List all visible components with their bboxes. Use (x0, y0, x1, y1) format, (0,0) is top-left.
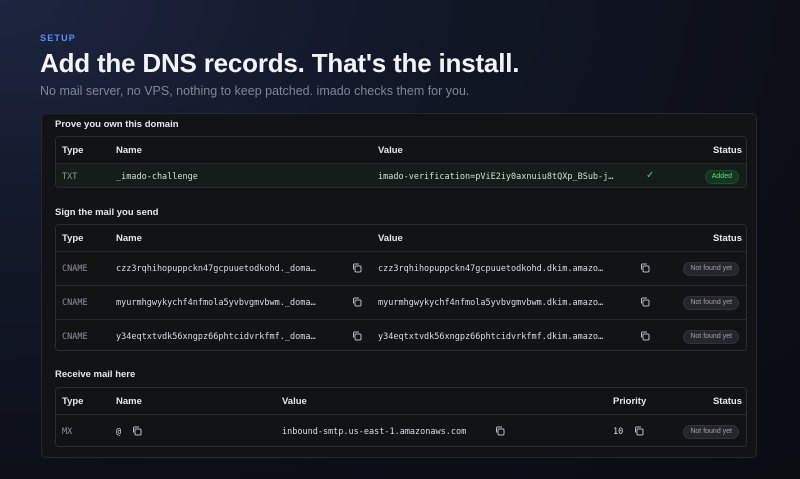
copy-icon[interactable] (352, 263, 362, 273)
status-badge: Not found yet (683, 425, 739, 439)
copy-icon[interactable] (132, 426, 142, 436)
record-value[interactable]: czz3rqhihopuppckn47gcpuuetodkohd.dkim.am… (378, 264, 603, 274)
record-name[interactable]: czz3rqhihopuppckn47gcpuuetodkohd._doma… (116, 264, 316, 274)
table-row: CNAME czz3rqhihopuppckn47gcpuuetodkohd._… (56, 251, 746, 285)
section-label-dkim: Sign the mail you send (55, 207, 159, 218)
table-header: Type Name Value Priority Status (56, 388, 746, 414)
table-header: Type Name Value Status (56, 225, 746, 251)
copy-icon[interactable] (640, 297, 650, 307)
verify-table: Type Name Value Status TXT _imado-challe… (55, 136, 747, 188)
table-row: CNAME y34eqtxtvdk56xngpz66phtcidvrkfmf._… (56, 319, 746, 350)
record-name[interactable]: _imado-challenge (116, 172, 198, 182)
record-value[interactable]: imado-verification=pViE2iy0axnuiu8tQXp_B… (378, 172, 613, 182)
copy-icon[interactable] (640, 263, 650, 273)
record-type: CNAME (62, 264, 88, 274)
record-name[interactable]: myurmhgwykychf4nfmola5yvbvgmvbwm._doma… (116, 298, 316, 308)
table-header: Type Name Value Status (56, 137, 746, 163)
table-row: CNAME myurmhgwykychf4nfmola5yvbvgmvbwm._… (56, 285, 746, 319)
status-badge: Not found yet (683, 296, 739, 310)
col-value: Value (378, 233, 403, 244)
col-status: Status (712, 396, 742, 407)
col-name: Name (116, 396, 142, 407)
col-value: Value (282, 396, 307, 407)
dns-records-card: Prove you own this domain Type Name Valu… (41, 113, 757, 458)
col-priority: Priority (613, 396, 647, 407)
eyebrow-label: SETUP (40, 33, 77, 43)
col-status: Status (712, 145, 742, 156)
record-type: CNAME (62, 298, 88, 308)
copy-icon[interactable] (634, 426, 644, 436)
copy-icon[interactable] (352, 297, 362, 307)
table-row: TXT _imado-challenge imado-verification=… (56, 163, 746, 187)
mx-table: Type Name Value Priority Status MX @ inb… (55, 387, 747, 447)
copy-icon[interactable] (495, 426, 505, 436)
col-value: Value (378, 145, 403, 156)
col-status: Status (712, 233, 742, 244)
record-value[interactable]: myurmhgwykychf4nfmola5yvbvgmvbwm.dkim.am… (378, 298, 603, 308)
record-type: CNAME (62, 332, 88, 342)
table-row: MX @ inbound-smtp.us-east-1.amazonaws.co… (56, 414, 746, 446)
page-subtitle: No mail server, no VPS, nothing to keep … (40, 84, 470, 98)
page-title: Add the DNS records. That's the install. (40, 48, 520, 78)
record-name[interactable]: @ (116, 427, 121, 437)
record-priority[interactable]: 10 (613, 427, 623, 437)
record-name[interactable]: y34eqtxtvdk56xngpz66phtcidvrkfmf._doma… (116, 332, 316, 342)
col-name: Name (116, 145, 142, 156)
col-type: Type (62, 396, 84, 407)
record-value[interactable]: y34eqtxtvdk56xngpz66phtcidvrkfmf.dkim.am… (378, 332, 603, 342)
status-badge: Added (704, 170, 739, 184)
check-icon: ✓ (646, 170, 655, 181)
record-value[interactable]: inbound-smtp.us-east-1.amazonaws.com (282, 427, 466, 437)
copy-icon[interactable] (640, 331, 650, 341)
record-type: MX (62, 427, 73, 437)
col-type: Type (62, 233, 84, 244)
section-label-verify: Prove you own this domain (55, 119, 179, 130)
copy-icon[interactable] (352, 331, 362, 341)
dkim-table: Type Name Value Status CNAME czz3rqhihop… (55, 224, 747, 351)
record-type: TXT (62, 172, 78, 182)
status-badge: Not found yet (683, 262, 739, 276)
status-badge: Not found yet (683, 330, 739, 344)
col-type: Type (62, 145, 84, 156)
section-label-mx: Receive mail here (55, 369, 136, 380)
col-name: Name (116, 233, 142, 244)
